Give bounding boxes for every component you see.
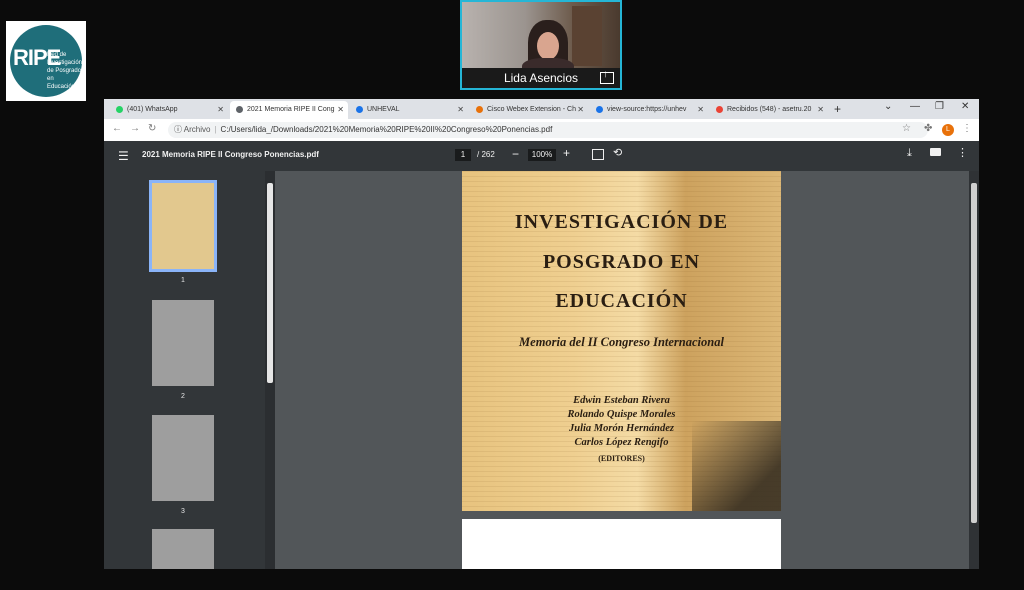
scrollbar-thumb[interactable] [971,183,977,523]
pdf-cover-page: INVESTIGACIÓN DE POSGRADO EN EDUCACIÓN M… [462,171,781,511]
profile-avatar[interactable]: L [942,124,954,136]
close-tab-icon[interactable]: ✕ [577,101,584,119]
back-icon[interactable]: ← [112,123,122,134]
tab-search-icon[interactable]: ⌄ [884,101,892,112]
close-tab-icon[interactable]: ✕ [337,101,344,119]
tab-whatsapp[interactable]: (401) WhatsApp ✕ [110,101,228,119]
browser-window: (401) WhatsApp ✕ 2021 Memoria RIPE II Con… [104,99,979,569]
pdf-menu-icon[interactable]: ☰ [118,149,129,163]
tab-strip: (401) WhatsApp ✕ 2021 Memoria RIPE II Con… [104,99,979,119]
close-tab-icon[interactable]: ✕ [817,101,824,119]
forward-icon[interactable]: → [130,123,140,134]
viewer-scrollbar[interactable] [969,171,979,569]
participant-name: Lida Asencios [462,68,620,88]
extensions-icon[interactable]: ✤ [924,123,932,134]
globe-icon [596,105,603,113]
pdf-page-2 [462,519,781,569]
scrollbar-thumb[interactable] [267,183,273,383]
logo-circle: RIPE Red de Investigación de Posgrado en… [10,25,82,97]
thumbnail-sidebar: 1 2 3 [104,171,275,569]
cover-title-line: POSGRADO EN [542,251,701,273]
close-window-icon[interactable]: ✕ [961,101,969,112]
page-total: / 262 [477,150,495,159]
pdf-toolbar: ☰ 2021 Memoria RIPE II Congreso Ponencia… [104,141,979,171]
pdf-title: 2021 Memoria RIPE II Congreso Ponencias.… [142,150,319,159]
cover-editors-label: (EDITORES) [598,454,645,463]
url-scheme-label: Archivo [183,125,211,134]
cover-editor: Carlos López Rengifo [574,437,669,448]
bookmark-star-icon[interactable]: ☆ [902,123,911,134]
tab-label: Cisco Webex Extension - Ch [487,106,576,113]
ripe-logo: RIPE Red de Investigación de Posgrado en… [6,21,86,101]
print-icon[interactable] [930,148,941,156]
pdf-viewer[interactable]: INVESTIGACIÓN DE POSGRADO EN EDUCACIÓN M… [275,171,979,569]
close-tab-icon[interactable]: ✕ [457,101,464,119]
toolbar: ← → ↻ ⓘ Archivo | C:/Users/lida_/Downloads… [104,119,979,141]
zoom-in-button[interactable]: + [563,146,570,160]
participant-face [537,32,559,60]
tab-label: (401) WhatsApp [127,106,178,113]
tab-gmail[interactable]: Recibidos (548) - asetru.20 ✕ [710,101,828,119]
tab-label: Recibidos (548) - asetru.20 [727,106,812,113]
tab-label: UNHEVAL [367,106,400,113]
reload-icon[interactable]: ↻ [148,123,156,134]
chrome-icon [476,105,483,113]
thumbnail-number: 1 [181,277,185,284]
whatsapp-icon [116,105,123,113]
cover-editor: Rolando Quispe Morales [567,409,676,420]
thumbnail-number: 3 [181,508,185,515]
video-door [572,6,602,66]
info-icon[interactable]: ⓘ [174,125,182,134]
minimize-icon[interactable]: — [910,101,920,112]
cover-editor: Julia Morón Hernández [568,423,675,434]
cover-editor: Edwin Esteban Rivera [573,395,670,406]
edge-icon [356,105,363,113]
thumbnail-page-1[interactable] [149,180,217,272]
address-bar[interactable]: ⓘ Archivo | C:/Users/lida_/Downloads/2021%… [168,122,928,138]
close-tab-icon[interactable]: ✕ [217,101,224,119]
chrome-menu-icon[interactable]: ⋮ [962,123,972,134]
url-separator: | [214,125,217,134]
thumbnail-number: 2 [181,393,185,400]
new-tab-button[interactable]: + [834,101,841,117]
zoom-level-input[interactable]: 100% [528,149,556,161]
download-icon[interactable]: ⤓ [907,147,912,160]
tab-label: 2021 Memoria RIPE II Cong [247,106,335,113]
cover-subtitle: Memoria del II Congreso Internacional [519,335,724,349]
close-tab-icon[interactable]: ✕ [697,101,704,119]
tab-view-source[interactable]: view-source:https://unhev ✕ [590,101,708,119]
fit-page-icon[interactable] [592,149,604,160]
restore-icon[interactable]: ❐ [935,101,944,112]
tab-webex[interactable]: Cisco Webex Extension - Ch ✕ [470,101,588,119]
share-screen-icon[interactable] [600,69,614,84]
tab-unheval[interactable]: UNHEVAL ✕ [350,101,468,119]
rotate-icon[interactable]: ⟲ [613,146,622,159]
page-number-input[interactable]: 1 [455,149,471,161]
globe-icon [236,105,243,113]
cover-title-line: INVESTIGACIÓN DE [514,211,729,233]
more-options-icon[interactable]: ⋮ [957,146,968,159]
participant-video[interactable]: Lida Asencios [460,0,622,90]
tab-label: view-source:https://unhev [607,106,687,113]
logo-subtitle: Red de Investigación de Posgrado en Educ… [47,52,82,90]
sidebar-scrollbar[interactable] [265,171,275,569]
thumbnail-page-3[interactable] [152,415,214,501]
gmail-icon [716,105,723,113]
thumbnail-page-4[interactable] [152,529,214,569]
zoom-out-button[interactable]: − [512,147,519,161]
cover-title-line: EDUCACIÓN [555,290,688,312]
url-text: C:/Users/lida_/Downloads/2021%20Memoria%… [220,125,553,134]
thumbnail-page-2[interactable] [152,300,214,386]
tab-pdf[interactable]: 2021 Memoria RIPE II Cong ✕ [230,101,348,119]
